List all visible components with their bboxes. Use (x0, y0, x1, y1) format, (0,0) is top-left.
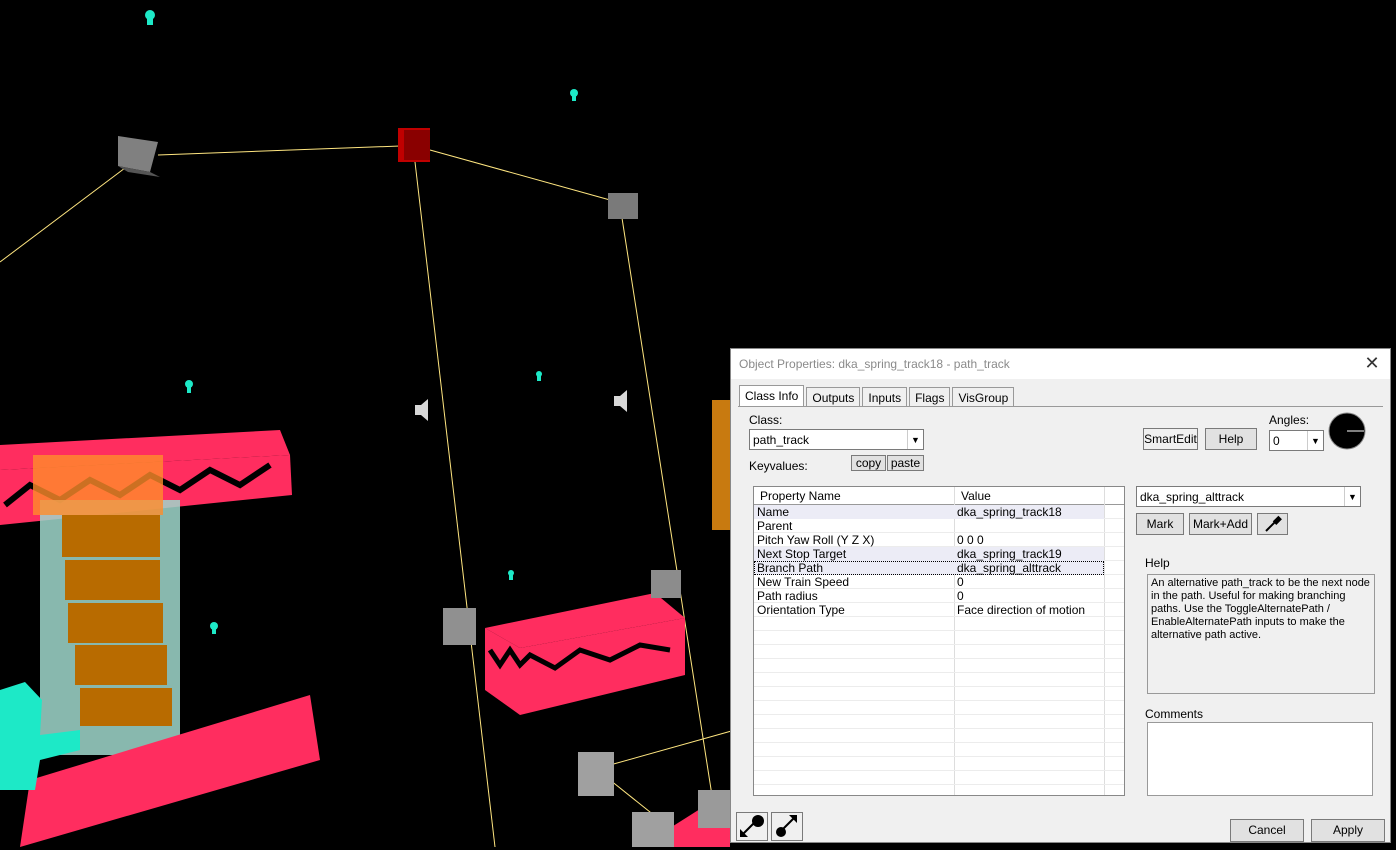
table-row[interactable]: Next Stop Target dka_spring_track19 (754, 547, 1104, 561)
table-row-selected[interactable]: Branch Path dka_spring_alttrack (754, 561, 1104, 575)
grid-line (754, 630, 1124, 631)
tab-flags[interactable]: Flags (909, 387, 951, 407)
comments-field[interactable] (1147, 722, 1373, 796)
class-label: Class: (749, 413, 783, 427)
grid-line (754, 742, 1124, 743)
entity-icons (145, 10, 578, 634)
row-value: dka_spring_alttrack (957, 561, 1062, 575)
pick-target-button[interactable] (771, 812, 803, 841)
middle-platform (485, 593, 685, 715)
tab-class-info[interactable]: Class Info (739, 385, 805, 407)
tab-inputs[interactable]: Inputs (862, 387, 908, 407)
comments-label: Comments (1145, 707, 1204, 721)
row-value: 0 0 0 (957, 533, 984, 547)
row-value: dka_spring_track18 (957, 505, 1062, 519)
grid-divider (1104, 487, 1105, 795)
pick-parent-button[interactable] (736, 812, 768, 841)
help-button[interactable]: Help (1205, 428, 1257, 450)
speaker-icons (415, 390, 627, 421)
target-select[interactable]: dka_spring_alttrack ▼ (1136, 486, 1361, 507)
row-name: Next Stop Target (757, 547, 847, 561)
right-wall (712, 400, 730, 530)
angle-dial[interactable] (1328, 412, 1366, 450)
smartedit-toggle[interactable]: SmartEdit (1143, 428, 1198, 450)
table-row[interactable]: Orientation Type Face direction of motio… (754, 603, 1104, 617)
pick-arrow-in-icon (740, 815, 764, 837)
eyedropper-button[interactable] (1257, 513, 1288, 535)
angles-select[interactable]: 0 ▼ (1269, 430, 1324, 451)
dialog-titlebar: Object Properties: dka_spring_track18 - … (731, 349, 1390, 379)
eyedropper-icon (1264, 515, 1282, 532)
help-section-label: Help (1145, 556, 1170, 570)
grid-line (754, 756, 1124, 757)
chevron-down-icon: ▼ (907, 430, 923, 449)
angles-label: Angles: (1269, 413, 1310, 427)
paste-button[interactable]: paste (887, 455, 924, 471)
chevron-down-icon: ▼ (1307, 431, 1323, 450)
class-select[interactable]: path_track ▼ (749, 429, 924, 450)
grid-line (754, 672, 1124, 673)
keyvalues-label: Keyvalues: (749, 459, 808, 473)
grid-line (754, 714, 1124, 715)
pick-arrow-out-icon (776, 815, 797, 837)
grid-line (754, 728, 1124, 729)
cancel-button[interactable]: Cancel (1230, 819, 1304, 842)
grid-line (754, 644, 1124, 645)
property-grid[interactable]: Property Name Value Name dka_spring_trac… (753, 486, 1125, 796)
target-select-value: dka_spring_alttrack (1140, 490, 1245, 504)
table-row[interactable]: Parent (754, 519, 1104, 533)
grid-line (754, 658, 1124, 659)
row-name: Path radius (757, 589, 818, 603)
trigger-volume (33, 455, 180, 755)
chevron-down-icon: ▼ (1344, 487, 1360, 506)
grid-line (754, 700, 1124, 701)
table-row[interactable]: Pitch Yaw Roll (Y Z X) 0 0 0 (754, 533, 1104, 547)
grid-header: Property Name Value (754, 487, 1124, 505)
col-value[interactable]: Value (961, 489, 991, 503)
object-properties-dialog: Object Properties: dka_spring_track18 - … (730, 348, 1391, 843)
close-icon[interactable]: ✕ (1362, 353, 1382, 374)
class-select-value: path_track (753, 433, 810, 447)
table-row[interactable]: New Train Speed 0 (754, 575, 1104, 589)
grid-line (754, 784, 1124, 785)
copy-button[interactable]: copy (851, 455, 886, 471)
mark-add-button[interactable]: Mark+Add (1189, 513, 1252, 535)
grid-line (754, 770, 1124, 771)
tab-outputs[interactable]: Outputs (806, 387, 861, 407)
row-value: 0 (957, 589, 964, 603)
row-name: Parent (757, 519, 793, 533)
row-value: Face direction of motion (957, 603, 1086, 617)
apply-button[interactable]: Apply (1311, 819, 1385, 842)
row-value: 0 (957, 575, 964, 589)
col-property-name[interactable]: Property Name (760, 489, 841, 503)
row-name: Name (757, 505, 790, 519)
dialog-title: Object Properties: dka_spring_track18 - … (739, 357, 1010, 371)
row-value: dka_spring_track19 (957, 547, 1062, 561)
grid-line (754, 686, 1124, 687)
row-name: Orientation Type (757, 603, 845, 617)
table-row[interactable]: Name dka_spring_track18 (754, 505, 1104, 519)
mark-button[interactable]: Mark (1136, 513, 1184, 535)
tab-bar: Class Info Outputs Inputs Flags VisGroup (739, 385, 1016, 407)
row-name: New Train Speed (757, 575, 850, 589)
tab-panel-border (738, 406, 1383, 407)
row-name: Branch Path (757, 561, 824, 575)
table-row[interactable]: Path radius 0 (754, 589, 1104, 603)
row-name: Pitch Yaw Roll (Y Z X) (757, 533, 875, 547)
help-text: An alternative path_track to be the next… (1147, 574, 1375, 694)
tab-visgroup[interactable]: VisGroup (952, 387, 1015, 407)
angles-select-value: 0 (1273, 434, 1280, 448)
